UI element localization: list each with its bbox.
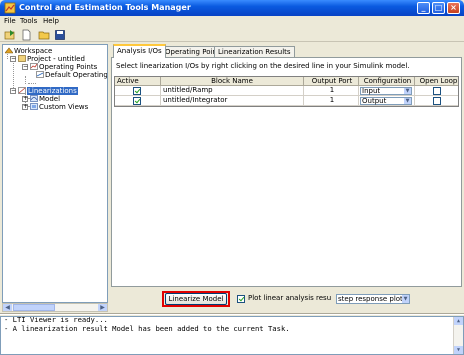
menu-tools[interactable]: Tools (20, 17, 37, 26)
chevron-down-icon: ▼ (404, 88, 411, 94)
workspace-icon (5, 47, 13, 54)
instruction-text: Select linearization I/Os by right click… (116, 62, 410, 70)
task-panel: Analysis I/Os Operating Points Lineariza… (111, 44, 462, 312)
tree-node-project[interactable]: Project - untitled (18, 55, 85, 63)
open-folder-icon[interactable] (38, 29, 51, 41)
toolbar (0, 28, 464, 42)
console-vertical-scrollbar[interactable]: ▲ ▼ (453, 317, 463, 354)
chevron-down-icon: ▼ (404, 98, 411, 104)
custom-views-icon (30, 103, 38, 110)
open-loop-checkbox[interactable] (433, 97, 441, 105)
tree-horizontal-scrollbar[interactable]: ◀ ▶ (2, 303, 108, 312)
minimize-button[interactable]: _ (417, 2, 430, 14)
plot-type-select[interactable]: step response plot ▼ (336, 294, 410, 304)
col-output-port: Output Port (304, 77, 359, 85)
block-name-cell: untitled/Integrator (161, 96, 304, 105)
active-checkbox[interactable] (133, 97, 141, 105)
linearizations-icon (18, 87, 26, 94)
tree-node-default-operating-point[interactable]: Default Operating Po (36, 71, 107, 79)
workspace-tree[interactable]: Workspace − Project - untitled − Operati… (2, 44, 108, 303)
col-open-loop: Open Loop (419, 77, 458, 85)
scroll-down-arrow-icon[interactable]: ▼ (454, 346, 463, 354)
expander-model[interactable]: + (22, 96, 28, 102)
output-port-cell: 1 (304, 96, 359, 105)
operating-points-icon (30, 63, 38, 70)
block-name-cell: untitled/Ramp (161, 86, 304, 95)
window-title: Control and Estimation Tools Manager (19, 3, 191, 12)
expander-custom-views[interactable]: + (22, 104, 28, 110)
scroll-right-arrow-icon[interactable]: ▶ (98, 304, 107, 311)
col-block-name: Block Name (161, 77, 304, 85)
col-configuration: Configuration (359, 77, 415, 85)
plot-result-checkbox[interactable] (237, 295, 245, 303)
table-row[interactable]: untitled/Ramp 1 Input ▼ (115, 86, 458, 96)
linearize-model-button[interactable]: Linearize Model (165, 293, 227, 305)
output-port-cell: 1 (304, 86, 359, 95)
tree-node-workspace[interactable]: Workspace (5, 47, 52, 55)
tree-node-operating-points[interactable]: Operating Points (30, 63, 97, 71)
action-bar: Linearize Model Plot linear analysis res… (111, 291, 462, 311)
tree-node-linearizations[interactable]: Linearizations (18, 87, 78, 95)
status-console: - LTI Viewer is ready... - A linearizati… (0, 316, 464, 355)
table-header: Active Block Name Output Port Configurat… (115, 77, 458, 86)
splitter[interactable] (0, 313, 464, 315)
import-icon[interactable] (4, 29, 17, 41)
chevron-down-icon: ▼ (402, 295, 409, 303)
open-loop-checkbox[interactable] (433, 87, 441, 95)
table-row[interactable]: untitled/Integrator 1 Output ▼ (115, 96, 458, 106)
active-checkbox[interactable] (133, 87, 141, 95)
configuration-select[interactable]: Input ▼ (360, 87, 412, 95)
scroll-left-arrow-icon[interactable]: ◀ (3, 304, 12, 311)
expander-project[interactable]: − (10, 56, 16, 62)
tab-strip: Analysis I/Os Operating Points Lineariza… (111, 44, 462, 58)
tab-linearization-results[interactable]: Linearization Results (214, 46, 295, 57)
operating-point-icon (36, 71, 44, 78)
console-line: - LTI Viewer is ready... (4, 316, 108, 324)
title-bar: Control and Estimation Tools Manager _ □… (0, 0, 464, 16)
console-line: - A linearization result Model has been … (4, 324, 290, 333)
tab-analysis-ios[interactable]: Analysis I/Os (113, 44, 166, 58)
expander-operating-points[interactable]: − (22, 64, 28, 70)
menu-file[interactable]: File (4, 17, 16, 26)
plot-result-label: Plot linear analysis result in a (248, 294, 331, 302)
analysis-ios-content: Select linearization I/Os by right click… (111, 57, 462, 287)
model-icon (30, 95, 38, 102)
maximize-button[interactable]: □ (432, 2, 445, 14)
menu-help[interactable]: Help (43, 17, 59, 26)
expander-linearizations[interactable]: − (10, 88, 16, 94)
close-button[interactable]: × (447, 2, 460, 14)
scroll-up-arrow-icon[interactable]: ▲ (454, 317, 463, 325)
menu-bar: File Tools Help (0, 16, 464, 27)
tree-node-custom-views[interactable]: Custom Views (30, 103, 88, 111)
configuration-select[interactable]: Output ▼ (360, 97, 412, 105)
project-icon (18, 55, 26, 62)
scroll-thumb[interactable] (13, 304, 55, 311)
tree-node-model[interactable]: Model (30, 95, 60, 103)
io-table: Active Block Name Output Port Configurat… (114, 76, 459, 107)
new-task-icon[interactable] (20, 29, 33, 41)
col-active: Active (115, 77, 161, 85)
app-icon (4, 2, 16, 14)
save-icon[interactable] (54, 29, 67, 41)
